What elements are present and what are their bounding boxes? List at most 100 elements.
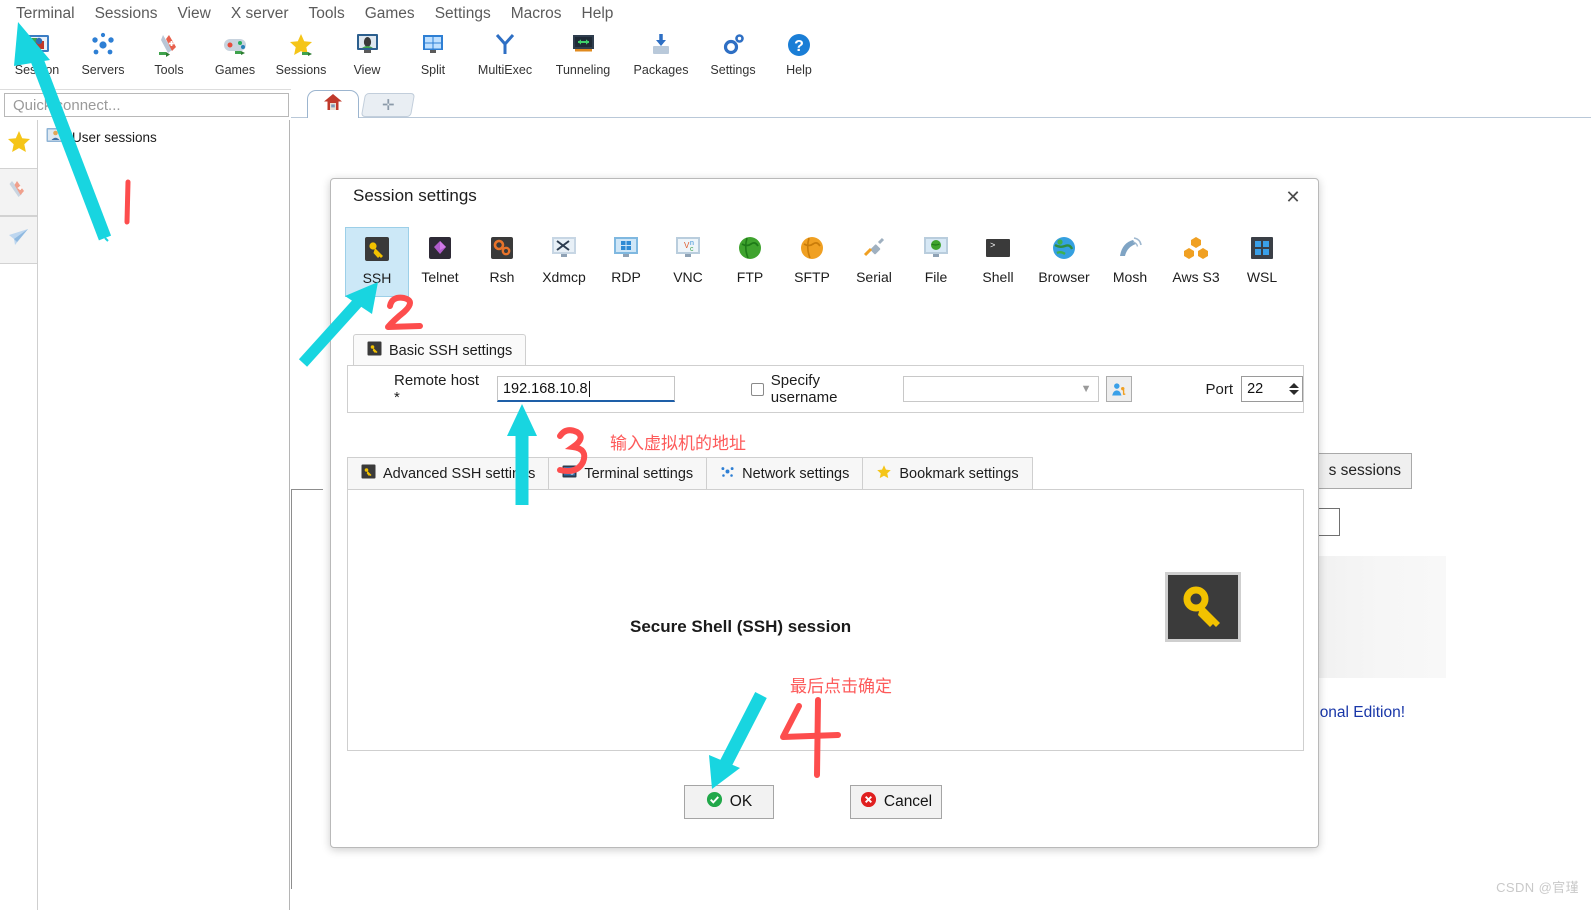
rail-item-tools[interactable] [0, 168, 37, 216]
menu-item-sessions[interactable]: Sessions [85, 3, 168, 25]
toolbar-button-games[interactable]: Games [202, 28, 268, 88]
chevron-down-icon: ▼ [1080, 383, 1092, 395]
protocol-rdp[interactable]: RDP [595, 227, 657, 297]
toolbar-button-help[interactable]: ? Help [766, 28, 832, 88]
protocol-ftp[interactable]: FTP [719, 227, 781, 297]
protocol-telnet[interactable]: Telnet [409, 227, 471, 297]
stepper-down-icon[interactable] [1289, 390, 1300, 395]
wsl-icon [1245, 231, 1279, 265]
specify-username-checkbox[interactable] [750, 382, 764, 396]
terminal-icon [562, 464, 577, 483]
toolbar-button-sessions[interactable]: Sessions [268, 28, 334, 88]
ok-button[interactable]: OK [684, 785, 774, 819]
star-icon [287, 31, 315, 59]
tab-home[interactable] [307, 90, 359, 118]
protocol-label-xdmcp: Xdmcp [542, 269, 586, 285]
protocol-xdmcp[interactable]: Xdmcp [533, 227, 595, 297]
menu-item-games[interactable]: Games [355, 3, 425, 25]
protocol-mosh[interactable]: Mosh [1099, 227, 1161, 297]
protocol-label-ssh: SSH [362, 270, 392, 286]
subtab-terminal-settings[interactable]: Terminal settings [548, 457, 708, 489]
protocol-vnc[interactable]: V n c VNC [657, 227, 719, 297]
subtab-network-settings[interactable]: Network settings [706, 457, 864, 489]
port-input[interactable]: 22 [1241, 376, 1304, 402]
menu-item-view[interactable]: View [167, 3, 220, 25]
menu-item-macros[interactable]: Macros [501, 3, 572, 25]
protocol-file[interactable]: File [905, 227, 967, 297]
menu-item-help[interactable]: Help [572, 3, 624, 25]
protocol-ssh[interactable]: SSH [345, 227, 409, 297]
toolbar-button-view[interactable]: View [334, 28, 400, 88]
rail-item-bookmarks[interactable] [0, 120, 37, 168]
menu-item-x-server[interactable]: X server [221, 3, 299, 25]
toolbar-label-tunneling: Tunneling [555, 63, 611, 77]
left-icon-rail [0, 120, 38, 910]
subtab-label-bookmark: Bookmark settings [899, 465, 1019, 482]
close-icon[interactable]: ✕ [1278, 184, 1308, 210]
remote-host-value: 192.168.10.8 [502, 380, 588, 397]
svg-text:c: c [690, 246, 694, 253]
session-tree-root[interactable]: User sessions [38, 120, 289, 154]
tools-icon [155, 31, 183, 59]
main-toolbar: Session Servers Tools Games Sessions Vie… [0, 28, 1591, 90]
ftp-globe-icon [733, 231, 767, 265]
annotation-note-click-ok: 最后点击确定 [790, 677, 892, 696]
menu-item-terminal[interactable]: Terminal [6, 3, 85, 25]
toolbar-label-help: Help [786, 63, 812, 77]
protocol-serial[interactable]: Serial [843, 227, 905, 297]
ssh-key-icon [367, 341, 382, 360]
cancel-button[interactable]: Cancel [850, 785, 942, 819]
protocol-rsh[interactable]: Rsh [471, 227, 533, 297]
protocol-label-rsh: Rsh [489, 269, 515, 285]
toolbar-button-tunneling[interactable]: Tunneling [544, 28, 622, 88]
toolbar-label-packages: Packages [633, 63, 689, 77]
subtab-advanced-ssh-settings[interactable]: Advanced SSH settings [347, 457, 550, 489]
remote-host-input[interactable]: 192.168.10.8 [496, 376, 675, 402]
toolbar-button-session[interactable]: Session [4, 28, 70, 88]
protocol-label-wsl: WSL [1246, 269, 1278, 285]
subtab-label-advanced: Advanced SSH settings [383, 465, 536, 482]
rail-item-send[interactable] [0, 216, 37, 264]
protocol-shell[interactable]: > Shell [967, 227, 1029, 297]
subtab-label-network: Network settings [742, 465, 850, 482]
menu-item-tools[interactable]: Tools [299, 3, 355, 25]
svg-text:>: > [990, 241, 995, 251]
servers-icon [89, 31, 117, 59]
specify-username-label: Specify username [770, 372, 838, 406]
toolbar-button-split[interactable]: Split [400, 28, 466, 88]
toolbar-button-packages[interactable]: Packages [622, 28, 700, 88]
protocol-sftp[interactable]: SFTP [781, 227, 843, 297]
user-key-icon[interactable] [1105, 376, 1132, 402]
subtab-bookmark-settings[interactable]: Bookmark settings [862, 457, 1033, 489]
protocol-label-serial: Serial [856, 269, 892, 285]
protocol-label-sftp: SFTP [794, 269, 830, 285]
toolbar-button-settings[interactable]: Settings [700, 28, 766, 88]
toolbar-button-multiexec[interactable]: MultiExec [466, 28, 544, 88]
gear-icon [719, 31, 747, 59]
svg-text:?: ? [794, 38, 804, 55]
protocol-label-vnc: VNC [673, 269, 703, 285]
protocol-browser[interactable]: Browser [1029, 227, 1099, 297]
tab-new[interactable]: ✛ [360, 93, 416, 117]
protocol-label-mosh: Mosh [1112, 269, 1148, 285]
toolbar-label-view: View [353, 63, 381, 77]
username-combobox[interactable]: ▼ [902, 376, 1099, 402]
menu-item-settings[interactable]: Settings [425, 3, 501, 25]
toolbar-button-tools[interactable]: Tools [136, 28, 202, 88]
user-sessions-folder-icon [46, 126, 65, 148]
dialog-title: Session settings [353, 186, 477, 205]
settings-subtabs: Advanced SSH settings Terminal settings [347, 457, 1304, 489]
session-settings-dialog: Session settings ✕ SSH Telnet Rsh Xdmcp … [330, 178, 1319, 848]
stepper-up-icon[interactable] [1289, 383, 1300, 388]
port-stepper[interactable] [1289, 378, 1300, 400]
quick-connect-input[interactable]: Quick connect... [4, 93, 289, 117]
tab-basic-ssh-settings[interactable]: Basic SSH settings [353, 334, 527, 366]
background-edition-link[interactable]: onal Edition! [1320, 704, 1405, 722]
text-caret [588, 380, 590, 397]
protocol-wsl[interactable]: WSL [1231, 227, 1293, 297]
toolbar-button-servers[interactable]: Servers [70, 28, 136, 88]
ssh-key-icon [361, 464, 376, 483]
protocol-aws-s3[interactable]: Aws S3 [1161, 227, 1231, 297]
check-circle-icon [706, 791, 723, 813]
packages-icon [647, 31, 675, 59]
